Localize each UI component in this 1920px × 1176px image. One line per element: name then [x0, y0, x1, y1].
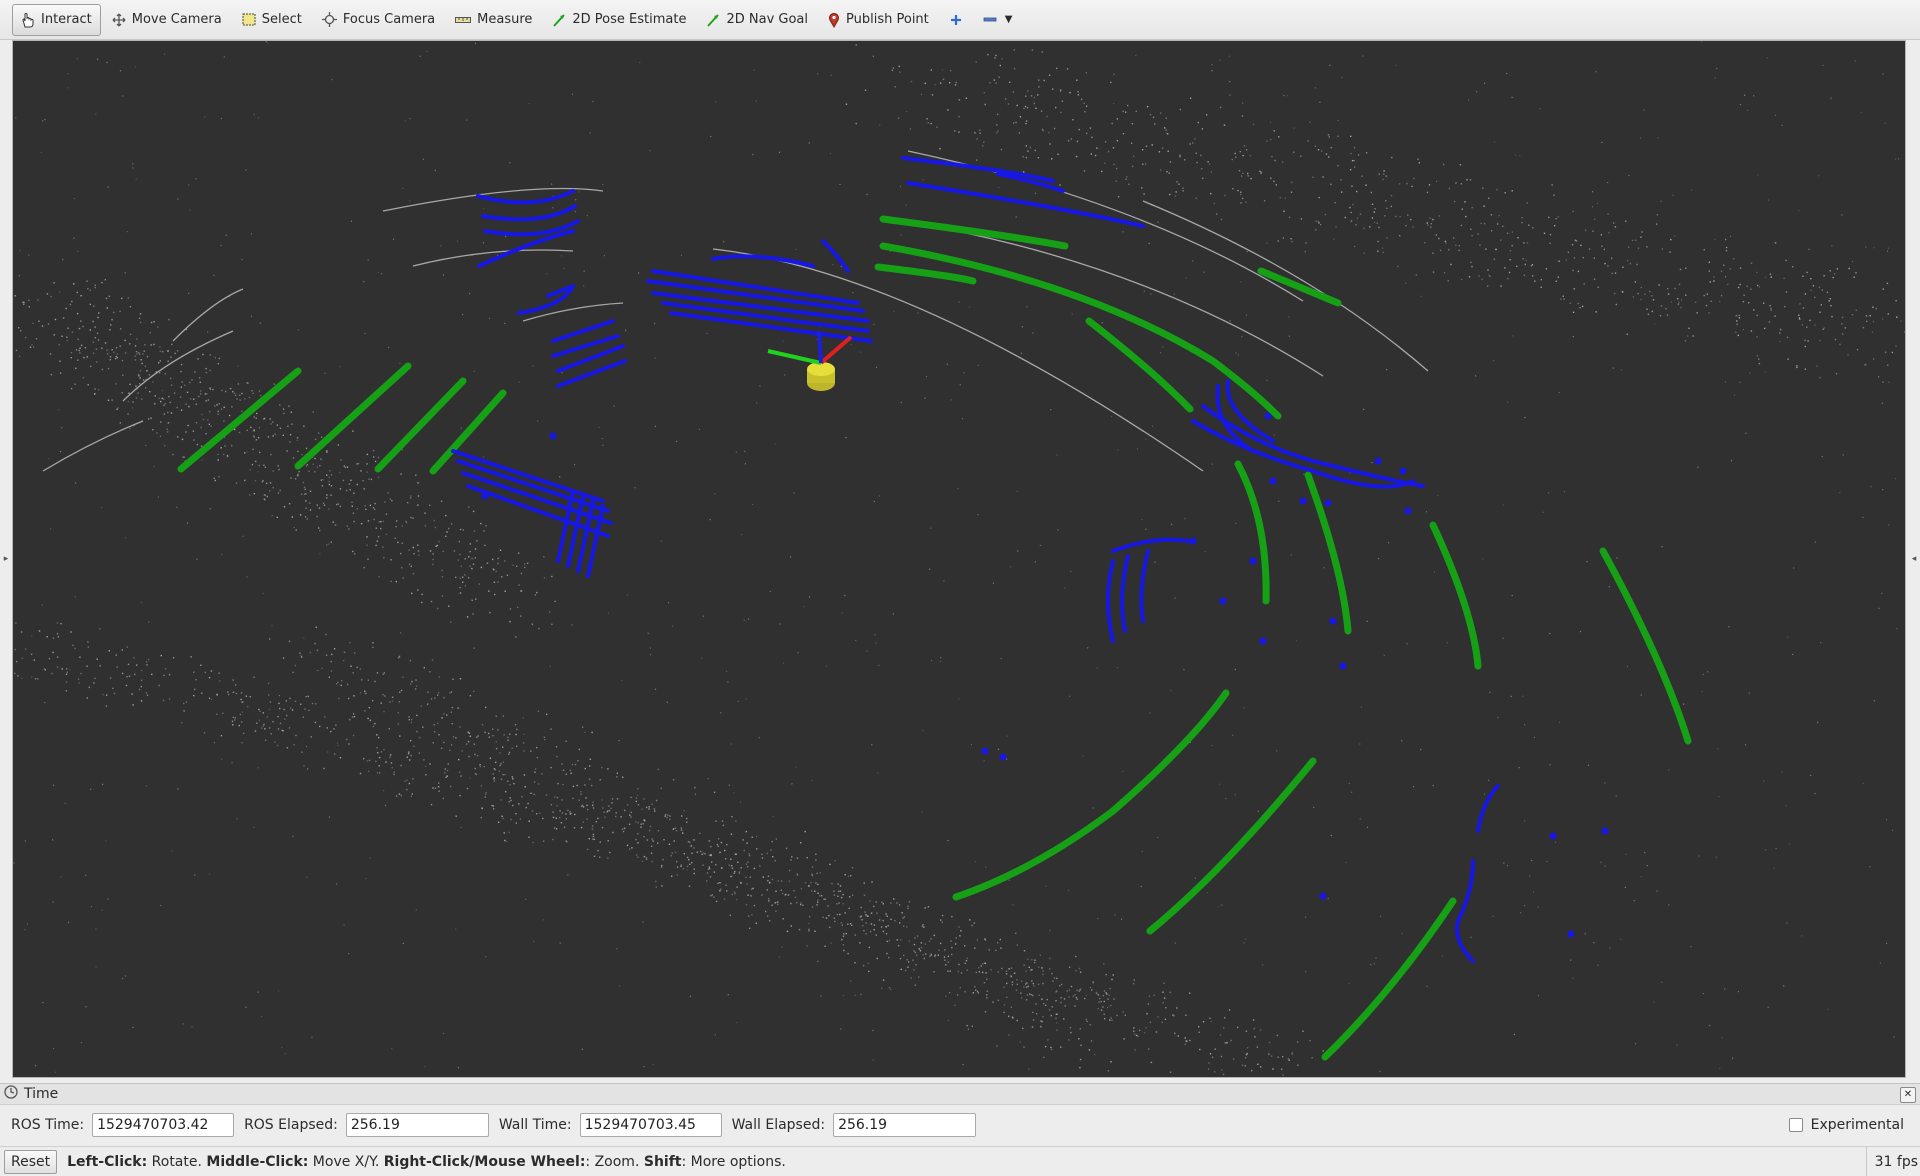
- tool-publish-point[interactable]: Publish Point: [819, 4, 938, 36]
- mouse-hint: Left-Click: Rotate. Middle-Click: Move X…: [67, 1154, 786, 1170]
- tool-publish-point-label: Publish Point: [846, 12, 929, 27]
- tool-select-label: Select: [261, 12, 302, 27]
- add-tool-button[interactable]: [940, 4, 972, 36]
- tool-measure[interactable]: Measure: [446, 4, 541, 36]
- time-panel-row: ROS Time: ROS Elapsed: Wall Time: Wall E…: [0, 1108, 1920, 1142]
- hint-shift: Shift: [643, 1153, 682, 1170]
- tool-measure-label: Measure: [477, 12, 533, 27]
- tool-move-camera[interactable]: Move Camera: [103, 4, 231, 36]
- hint-zoom: : Zoom.: [585, 1153, 644, 1170]
- green-ground-lines: [177, 215, 1692, 1061]
- reset-button[interactable]: Reset: [4, 1149, 58, 1174]
- tool-2d-nav-goal-label: 2D Nav Goal: [726, 12, 809, 27]
- experimental-checkbox[interactable]: [1788, 1118, 1803, 1132]
- map-pin-icon: [828, 12, 840, 28]
- toolbar: Interact Move Camera Select Focus Camera…: [0, 0, 1920, 40]
- hint-left-click: Left-Click:: [67, 1153, 148, 1170]
- minus-dropdown-icon: [983, 17, 997, 23]
- chevron-down-icon: ▼: [1004, 14, 1013, 25]
- hint-rotate: Rotate.: [147, 1153, 207, 1170]
- hint-right-click: Right-Click/Mouse Wheel:: [383, 1153, 586, 1170]
- green-arrow-icon: [706, 13, 720, 27]
- ros-elapsed-field[interactable]: [345, 1113, 489, 1137]
- fps-counter: 31 fps: [1865, 1147, 1920, 1176]
- close-icon[interactable]: ✕: [1900, 1087, 1916, 1103]
- hint-middle-click: Middle-Click:: [206, 1153, 309, 1170]
- blue-object-clusters: [451, 156, 1500, 963]
- hand-pointer-icon: [21, 12, 35, 28]
- move-arrows-icon: [112, 13, 126, 27]
- robot-tf-frame: [767, 330, 853, 391]
- status-bar: Reset Left-Click: Rotate. Middle-Click: …: [0, 1146, 1920, 1176]
- tool-move-camera-label: Move Camera: [131, 12, 222, 27]
- gray-point-cloud: [13, 41, 1905, 1076]
- green-arrow-icon: [552, 13, 566, 27]
- hint-more: : More options.: [681, 1153, 786, 1170]
- focus-crosshair-icon: [321, 12, 337, 27]
- wall-elapsed-field[interactable]: [833, 1113, 977, 1137]
- wall-time-field[interactable]: [579, 1113, 722, 1137]
- right-dock-handle[interactable]: ◂: [1908, 40, 1920, 1078]
- remove-tool-button[interactable]: ▼: [974, 4, 1022, 36]
- tool-2d-nav-goal[interactable]: 2D Nav Goal: [697, 4, 817, 36]
- time-panel-title: Time: [24, 1086, 59, 1102]
- time-panel-header: Time ✕: [0, 1083, 1920, 1105]
- tool-select[interactable]: Select: [233, 4, 311, 36]
- left-dock-handle[interactable]: ▸: [0, 40, 12, 1078]
- point-cloud-scene[interactable]: [13, 41, 1905, 1077]
- experimental-label: Experimental: [1810, 1117, 1904, 1133]
- ros-elapsed-label: ROS Elapsed:: [244, 1117, 338, 1133]
- clock-icon: [4, 1085, 18, 1103]
- render-viewport[interactable]: [12, 40, 1906, 1078]
- plus-icon: [949, 13, 963, 27]
- tool-2d-pose-estimate[interactable]: 2D Pose Estimate: [543, 4, 695, 36]
- hint-move: Move X/Y.: [308, 1153, 384, 1170]
- ros-time-label: ROS Time:: [11, 1117, 85, 1133]
- ros-time-field[interactable]: [92, 1113, 235, 1137]
- experimental-option[interactable]: Experimental: [1788, 1117, 1904, 1133]
- ruler-icon: [455, 16, 472, 24]
- tool-interact[interactable]: Interact: [12, 3, 101, 36]
- wall-time-label: Wall Time:: [498, 1117, 572, 1133]
- tool-focus-camera-label: Focus Camera: [342, 12, 436, 27]
- tool-2d-pose-estimate-label: 2D Pose Estimate: [572, 12, 687, 27]
- wall-elapsed-label: Wall Elapsed:: [731, 1117, 826, 1133]
- select-box-icon: [242, 13, 256, 26]
- tool-interact-label: Interact: [41, 12, 92, 27]
- tool-focus-camera[interactable]: Focus Camera: [313, 4, 444, 36]
